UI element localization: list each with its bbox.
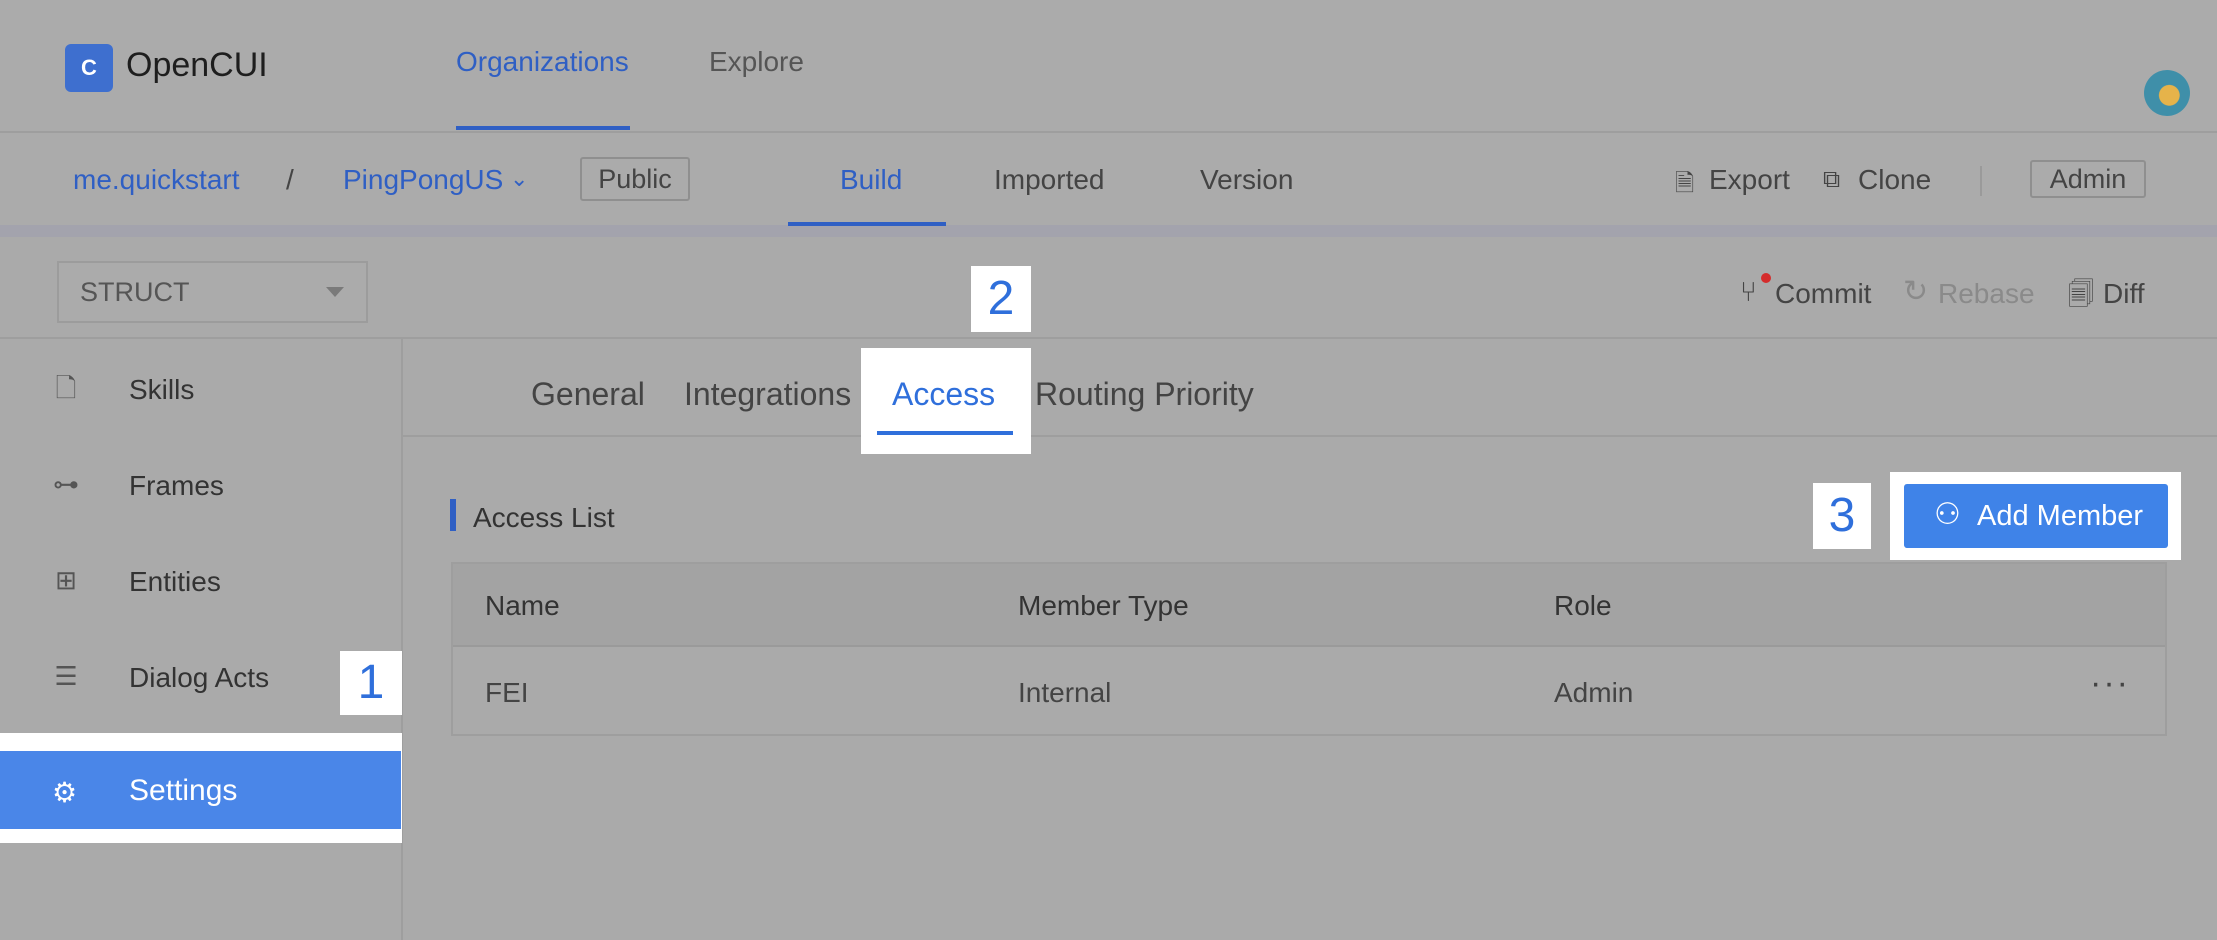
diff-icon[interactable]: 🗐 — [2068, 276, 2094, 320]
active-tab-indicator — [788, 222, 946, 226]
user-avatar[interactable] — [2144, 70, 2190, 116]
role-badge: Admin — [2030, 160, 2146, 198]
notification-dot — [1761, 273, 1771, 283]
tab-version[interactable]: Version — [1200, 164, 1293, 196]
sidebar-item-dialog-acts[interactable]: Dialog Acts — [129, 662, 269, 694]
commit-button[interactable]: Commit — [1775, 278, 1871, 310]
more-options-icon[interactable]: ··· — [2090, 664, 2130, 703]
export-button[interactable]: Export — [1709, 164, 1790, 196]
visibility-badge: Public — [580, 157, 690, 201]
mode-select-value: STRUCT — [80, 277, 190, 307]
app-logo-icon[interactable]: C — [65, 44, 113, 92]
active-tab-indicator — [456, 126, 630, 130]
sidebar — [0, 339, 403, 940]
add-user-icon[interactable]: ⚇ — [1934, 497, 1961, 532]
tab-access[interactable]: Access — [892, 376, 995, 413]
tab-routing-priority[interactable]: Routing Priority — [1035, 376, 1254, 413]
sidebar-item-entities[interactable]: Entities — [129, 566, 221, 598]
frames-icon: ⊶ — [53, 469, 79, 499]
add-member-label[interactable]: Add Member — [1977, 500, 2143, 533]
step-callout: 3 — [1813, 483, 1871, 549]
caret-down-icon[interactable] — [326, 287, 344, 297]
section-accent-bar — [450, 499, 456, 531]
rebase-button: Rebase — [1938, 278, 2035, 309]
column-header-role: Role — [1554, 590, 1612, 621]
branch-icon[interactable]: ⑂ — [1740, 276, 1757, 308]
tab-explore[interactable]: Explore — [709, 46, 804, 78]
top-navbar — [0, 0, 2217, 133]
divider — [1980, 166, 1982, 196]
tab-organizations[interactable]: Organizations — [456, 46, 629, 78]
tab-build[interactable]: Build — [840, 164, 902, 196]
chevron-down-icon[interactable]: ⌄ — [510, 166, 528, 192]
settings-tabs — [403, 339, 2217, 437]
export-icon[interactable]: 🗎 — [1675, 166, 1694, 207]
sidebar-item-skills[interactable]: Skills — [129, 374, 194, 406]
column-header-name: Name — [485, 590, 560, 621]
tab-general[interactable]: General — [531, 376, 645, 413]
tab-imported[interactable]: Imported — [994, 164, 1105, 196]
app-name: OpenCUI — [126, 46, 268, 84]
sidebar-item-label[interactable]: Settings — [129, 774, 237, 808]
breadcrumb-org[interactable]: me.quickstart — [73, 164, 240, 196]
tab-integrations[interactable]: Integrations — [684, 376, 851, 413]
table-header — [453, 564, 2165, 647]
clone-icon[interactable]: ⧉ — [1823, 166, 1840, 194]
breadcrumb-separator: / — [286, 164, 294, 195]
cell-role: Admin — [1554, 677, 1634, 708]
entities-icon: ⊞ — [55, 565, 77, 595]
step-callout: 1 — [340, 651, 402, 715]
column-header-member-type: Member Type — [1018, 590, 1189, 621]
clone-button[interactable]: Clone — [1858, 164, 1931, 196]
diff-button[interactable]: Diff — [2103, 278, 2145, 310]
breadcrumb-project[interactable]: PingPongUS — [343, 164, 503, 196]
dialog-acts-icon: ☰ — [54, 661, 78, 691]
gear-icon: ⚙ — [52, 777, 78, 808]
section-title: Access List — [473, 502, 615, 533]
document-icon: 🗋 — [55, 373, 77, 403]
cell-name: FEI — [485, 677, 529, 708]
active-tab-indicator — [877, 431, 1013, 435]
sidebar-item-frames[interactable]: Frames — [129, 470, 224, 502]
step-callout: 2 — [971, 266, 1031, 332]
refresh-icon: ↻ — [1903, 275, 1929, 308]
cell-member-type: Internal — [1018, 677, 1112, 708]
